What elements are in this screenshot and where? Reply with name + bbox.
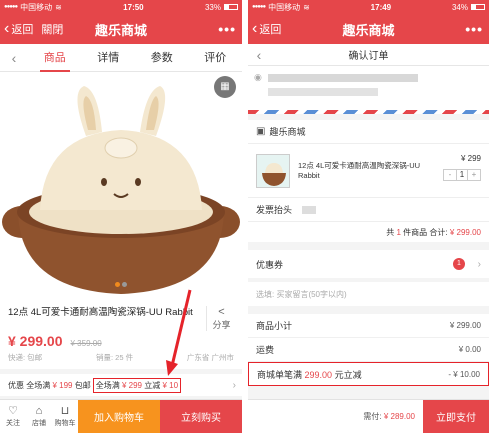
product-meta: 快递: 包邮 销量: 25 件 广东省 广州市 — [0, 349, 242, 369]
order-confirm-screen: ●●●●● 中国移动 ≋ 17:49 34% ‹ 返回 趣乐商城 ••• ‹ 确… — [248, 0, 489, 433]
shop-name: 趣乐商城 — [269, 127, 306, 137]
shipping-info: 快递: 包邮 — [8, 353, 43, 362]
address-section[interactable]: ◉ — [248, 66, 489, 110]
product-page-screen: ●●●●● 中国移动 ≋ 17:50 33% ‹ 返回 關閉 趣乐商城 ••• … — [0, 0, 242, 433]
chevron-right-icon: › — [232, 379, 236, 391]
product-title: 12点 4L可爱卡通耐高温陶瓷深锅-UU Rabbit — [8, 307, 193, 318]
close-button[interactable]: 關閉 — [41, 21, 63, 37]
buyer-message-input[interactable]: 选填: 买家留言(50字以内) — [248, 282, 489, 306]
item-thumbnail — [256, 153, 290, 188]
store-icon: ⌂ — [35, 405, 43, 417]
redacted-invoice — [302, 205, 317, 214]
back-label: 返回 — [11, 24, 34, 36]
order-item: 12点 4L可爱卡通耐高温陶瓷深锅-UU Rabbit ¥ 299 - 1 + — [248, 144, 489, 198]
back-label: 返回 — [259, 24, 282, 36]
order-total-row: 共 1 件商品 合计: ¥ 299.00 — [248, 222, 489, 242]
coupon-row[interactable]: 优惠券 1 › — [248, 250, 489, 278]
shop-icon: ▣ — [256, 126, 266, 137]
subtotal-row: 商品小计 ¥ 299.00 — [248, 314, 489, 338]
item-price: ¥ 299 — [460, 154, 481, 163]
share-label: 分享 — [212, 320, 231, 330]
battery-icon — [471, 4, 485, 10]
cart-button[interactable]: ⊔ 购物车 — [52, 400, 78, 433]
rabbit-pot-image — [2, 86, 240, 294]
battery-percent: 33% — [204, 2, 221, 12]
nav-title: 趣乐商城 — [94, 22, 147, 38]
page-title: 确认订单 — [348, 51, 389, 62]
product-price: ¥ 299.00 — [8, 333, 63, 349]
status-bar: ●●●●● 中国移动 ≋ 17:50 33% — [0, 0, 242, 14]
promo-label: 优惠 — [8, 380, 24, 390]
tab-reviews[interactable]: 评价 — [189, 44, 243, 72]
quantity-value[interactable]: 1 — [456, 170, 468, 180]
product-tabs: ‹ 商品 详情 参数 评价 — [0, 44, 242, 72]
qr-code-button[interactable]: ▦ — [214, 76, 236, 98]
pay-now-button[interactable]: 立即支付 — [423, 400, 489, 433]
cart-icon: ⊔ — [60, 405, 70, 417]
status-time: 17:50 — [123, 2, 144, 12]
nav-title: 趣乐商城 — [342, 22, 395, 38]
battery-icon — [224, 4, 238, 10]
location: 广东省 广州市 — [186, 353, 234, 362]
nav-bar: ‹ 返回 關閉 趣乐商城 ••• — [0, 14, 242, 44]
tab-goods[interactable]: 商品 — [28, 44, 82, 72]
store-button[interactable]: ⌂ 店铺 — [26, 400, 52, 433]
redacted-address — [268, 74, 418, 82]
discount-row: 商城单笔满 299.00 元立减 - ¥ 10.00 — [248, 362, 489, 386]
carrier-label: 中国移动 — [268, 2, 301, 12]
wifi-icon: ≋ — [303, 2, 310, 12]
chevron-left-icon[interactable]: ‹ — [248, 47, 270, 63]
signal-icon: ●●●●● — [252, 4, 266, 10]
status-bar: ●●●●● 中国移动 ≋ 17:49 34% — [248, 0, 489, 14]
product-bottom-bar: ♡ 关注 ⌂ 店铺 ⊔ 购物车 加入购物车 立刻购买 — [0, 399, 242, 433]
tab-details[interactable]: 详情 — [82, 44, 136, 72]
item-name: 12点 4L可爱卡通耐高温陶瓷深锅-UU Rabbit — [298, 160, 421, 180]
back-button[interactable]: ‹ 返回 — [248, 21, 281, 37]
share-button[interactable]: < 分享 — [206, 306, 236, 331]
chevron-left-icon[interactable]: ‹ — [0, 50, 28, 66]
shipping-row: 运费 ¥ 0.00 — [248, 338, 489, 362]
signal-icon: ●●●●● — [4, 4, 18, 10]
add-to-cart-button[interactable]: 加入购物车 — [78, 400, 160, 433]
original-price: ¥ 359.00 — [70, 339, 102, 348]
chevron-left-icon: ‹ — [4, 20, 10, 37]
order-total: ¥ 299.00 — [449, 227, 481, 237]
minus-button[interactable]: - — [444, 170, 456, 180]
airmail-border — [248, 110, 489, 114]
more-menu-button[interactable]: ••• — [218, 21, 236, 37]
tab-params[interactable]: 参数 — [135, 44, 189, 72]
location-pin-icon: ◉ — [254, 72, 262, 82]
page-header: ‹ 确认订单 — [248, 44, 489, 66]
battery-percent: 34% — [451, 2, 468, 12]
nav-bar: ‹ 返回 趣乐商城 ••• — [248, 14, 489, 44]
buy-now-button[interactable]: 立刻购买 — [160, 400, 242, 433]
invoice-row[interactable]: 发票抬头 — [248, 198, 489, 222]
shop-header: ▣ 趣乐商城 — [248, 120, 489, 144]
carrier-label: 中国移动 — [20, 2, 53, 12]
redacted-address — [268, 88, 378, 96]
checkout-bottom-bar: 需付: ¥ 289.00 立即支付 — [248, 399, 489, 433]
plus-button[interactable]: + — [468, 170, 480, 180]
pay-amount: ¥ 289.00 — [383, 412, 415, 421]
coupon-badge: 1 — [453, 258, 465, 270]
carousel-dots — [0, 274, 242, 292]
status-time: 17:49 — [370, 2, 392, 12]
quantity-stepper: - 1 + — [443, 169, 481, 181]
highlighted-promo: 全场满 ¥ 299 立减 ¥ 10 — [92, 377, 182, 393]
heart-icon: ♡ — [8, 405, 18, 417]
back-button[interactable]: ‹ 返回 — [0, 21, 33, 37]
wifi-icon: ≋ — [55, 2, 62, 12]
chevron-right-icon: › — [477, 258, 481, 270]
sales-count: 销量: 25 件 — [95, 353, 134, 362]
product-image[interactable]: ▦ — [0, 72, 242, 298]
chevron-left-icon: ‹ — [252, 20, 258, 37]
share-icon: < — [218, 306, 225, 318]
coupon-label: 优惠券 — [256, 259, 284, 270]
invoice-label: 发票抬头 — [256, 205, 293, 215]
promo-row[interactable]: 优惠 全场满 ¥ 199 包邮 全场满 ¥ 299 立减 ¥ 10 › — [0, 374, 242, 396]
follow-button[interactable]: ♡ 关注 — [0, 400, 26, 433]
more-menu-button[interactable]: ••• — [465, 21, 483, 37]
